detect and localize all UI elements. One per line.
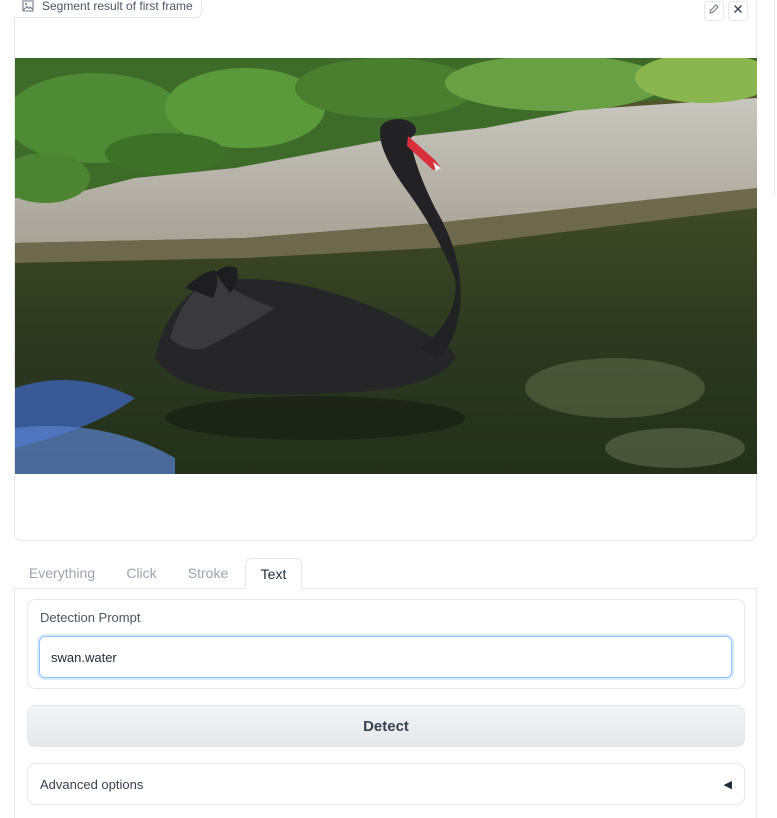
pencil-icon	[708, 2, 720, 20]
panel-label-text: Segment result of first frame	[42, 0, 193, 13]
segment-result-image	[15, 58, 757, 474]
triangle-left-icon: ◀	[723, 778, 732, 791]
tab-label: Everything	[28, 565, 96, 581]
tab-everything[interactable]: Everything	[22, 558, 102, 588]
close-button[interactable]	[728, 1, 748, 21]
tab-label: Click	[126, 565, 157, 581]
advanced-options-label: Advanced options	[40, 776, 144, 792]
image-icon	[22, 0, 34, 12]
detection-prompt-input[interactable]	[39, 636, 732, 678]
close-icon	[732, 2, 744, 20]
tab-text[interactable]: Text	[245, 558, 302, 589]
detection-prompt-label: Detection Prompt	[40, 610, 141, 625]
panel-label: Segment result of first frame	[14, 0, 202, 18]
mode-tabs: Everything Click Stroke Text	[14, 558, 757, 589]
edit-button[interactable]	[704, 1, 724, 21]
tab-label: Stroke	[187, 565, 229, 581]
tab-label: Text	[260, 565, 287, 582]
scroll-edge	[774, 0, 775, 196]
tab-stroke[interactable]: Stroke	[179, 558, 237, 588]
detect-button[interactable]: Detect	[27, 705, 745, 747]
advanced-options-accordion[interactable]: Advanced options ◀	[27, 763, 745, 805]
tab-click[interactable]: Click	[114, 558, 169, 588]
